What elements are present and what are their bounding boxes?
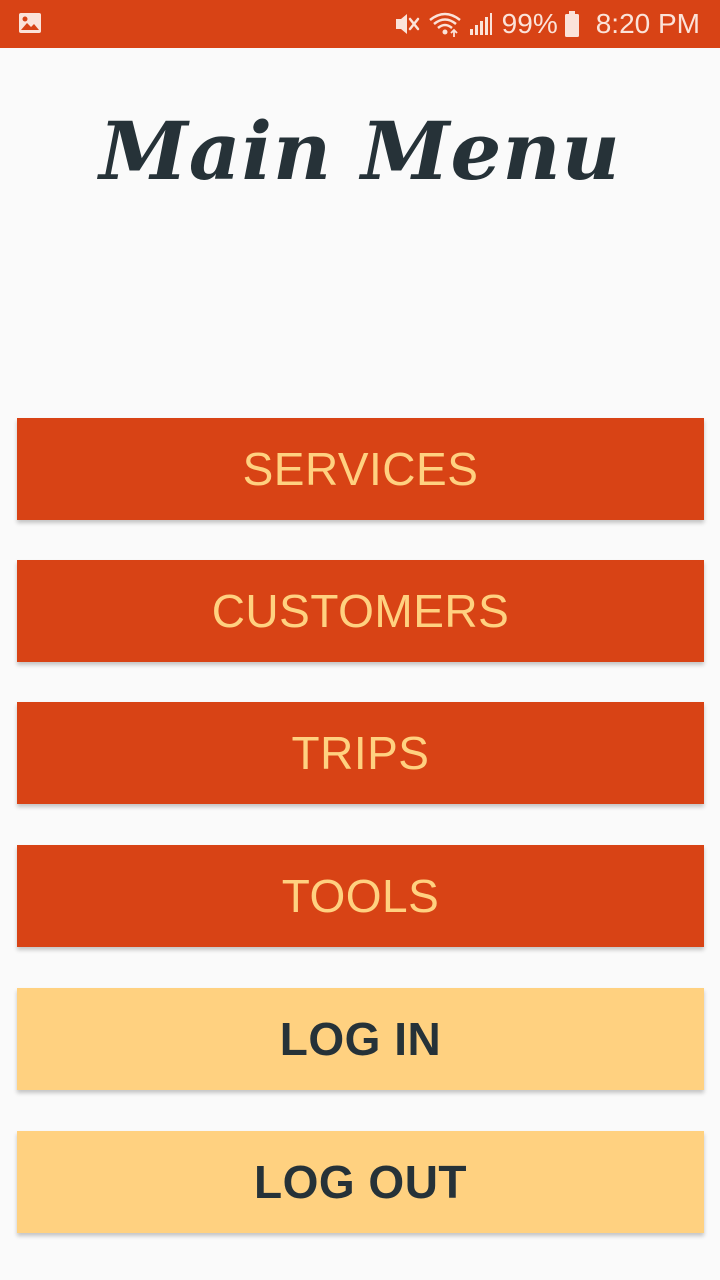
log-in-button[interactable]: LOG IN	[17, 988, 704, 1090]
log-out-button[interactable]: LOG OUT	[17, 1131, 704, 1233]
image-icon	[18, 12, 42, 34]
vibrate-mute-icon	[392, 10, 422, 38]
services-button[interactable]: SERVICES	[17, 418, 704, 520]
status-bar: 99% 8:20 PM	[0, 0, 720, 48]
customers-button[interactable]: CUSTOMERS	[17, 560, 704, 662]
wifi-icon	[428, 10, 462, 38]
status-time: 8:20 PM	[595, 8, 700, 39]
cell-signal-icon	[468, 11, 494, 37]
battery-percent: 99%	[501, 8, 558, 39]
trips-button[interactable]: TRIPS	[17, 702, 704, 804]
status-icons: 99% 8:20 PM	[392, 0, 700, 48]
page-title: Main Menu	[99, 104, 621, 198]
tools-button[interactable]: TOOLS	[17, 845, 704, 947]
battery-icon	[564, 10, 580, 38]
